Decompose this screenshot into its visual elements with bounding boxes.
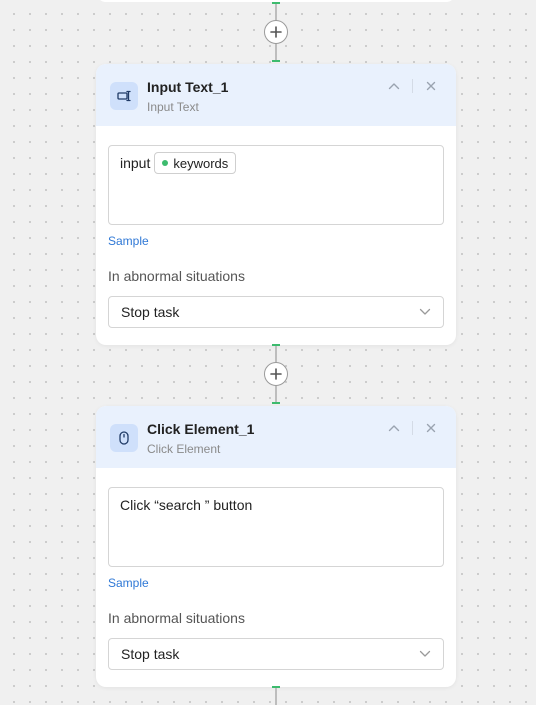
add-step-button[interactable] (264, 362, 288, 386)
close-button[interactable] (423, 420, 439, 436)
close-button[interactable] (423, 78, 439, 94)
close-icon (426, 423, 436, 433)
header-divider (412, 421, 413, 435)
chevron-up-icon (388, 83, 400, 90)
abnormal-label: In abnormal situations (108, 610, 245, 626)
sample-link[interactable]: Sample (108, 576, 149, 590)
node-header: Click Element_1 Click Element (96, 406, 456, 468)
close-icon (426, 81, 436, 91)
node-title: Click Element_1 (147, 421, 255, 437)
node-subtitle: Click Element (147, 442, 221, 456)
chevron-down-icon (419, 650, 431, 657)
node-subtitle: Input Text (147, 100, 199, 114)
chevron-up-icon (388, 425, 400, 432)
connector-port (272, 344, 280, 346)
instruction-prefix: input (120, 155, 151, 171)
abnormal-select[interactable]: Stop task (108, 638, 444, 670)
variable-chip[interactable]: keywords (154, 152, 237, 174)
sample-link[interactable]: Sample (108, 234, 149, 248)
connector-port (272, 402, 280, 404)
instruction-text: Click “search ” button (120, 497, 253, 513)
connector-port (272, 60, 280, 62)
abnormal-select[interactable]: Stop task (108, 296, 444, 328)
chevron-down-icon (419, 308, 431, 315)
variable-dot-icon (162, 160, 169, 166)
plus-icon (270, 368, 282, 380)
plus-icon (270, 26, 282, 38)
variable-name: keywords (173, 155, 229, 171)
node-title: Input Text_1 (147, 79, 229, 95)
node-header: Input Text_1 Input Text (96, 64, 456, 126)
instruction-textarea[interactable]: Click “search ” button (108, 487, 444, 567)
input-text-node[interactable]: Input Text_1 Input Text input keywords S… (96, 64, 456, 345)
input-text-icon (110, 82, 138, 110)
abnormal-select-value: Stop task (121, 304, 180, 320)
click-element-node[interactable]: Click Element_1 Click Element Click “sea… (96, 406, 456, 687)
collapse-button[interactable] (386, 78, 402, 94)
connector-port (272, 2, 280, 4)
instruction-textarea[interactable]: input keywords (108, 145, 444, 225)
header-divider (412, 79, 413, 93)
mouse-icon (110, 424, 138, 452)
add-step-button[interactable] (264, 20, 288, 44)
collapse-button[interactable] (386, 420, 402, 436)
connector-line (275, 688, 277, 705)
abnormal-label: In abnormal situations (108, 268, 245, 284)
abnormal-select-value: Stop task (121, 646, 180, 662)
